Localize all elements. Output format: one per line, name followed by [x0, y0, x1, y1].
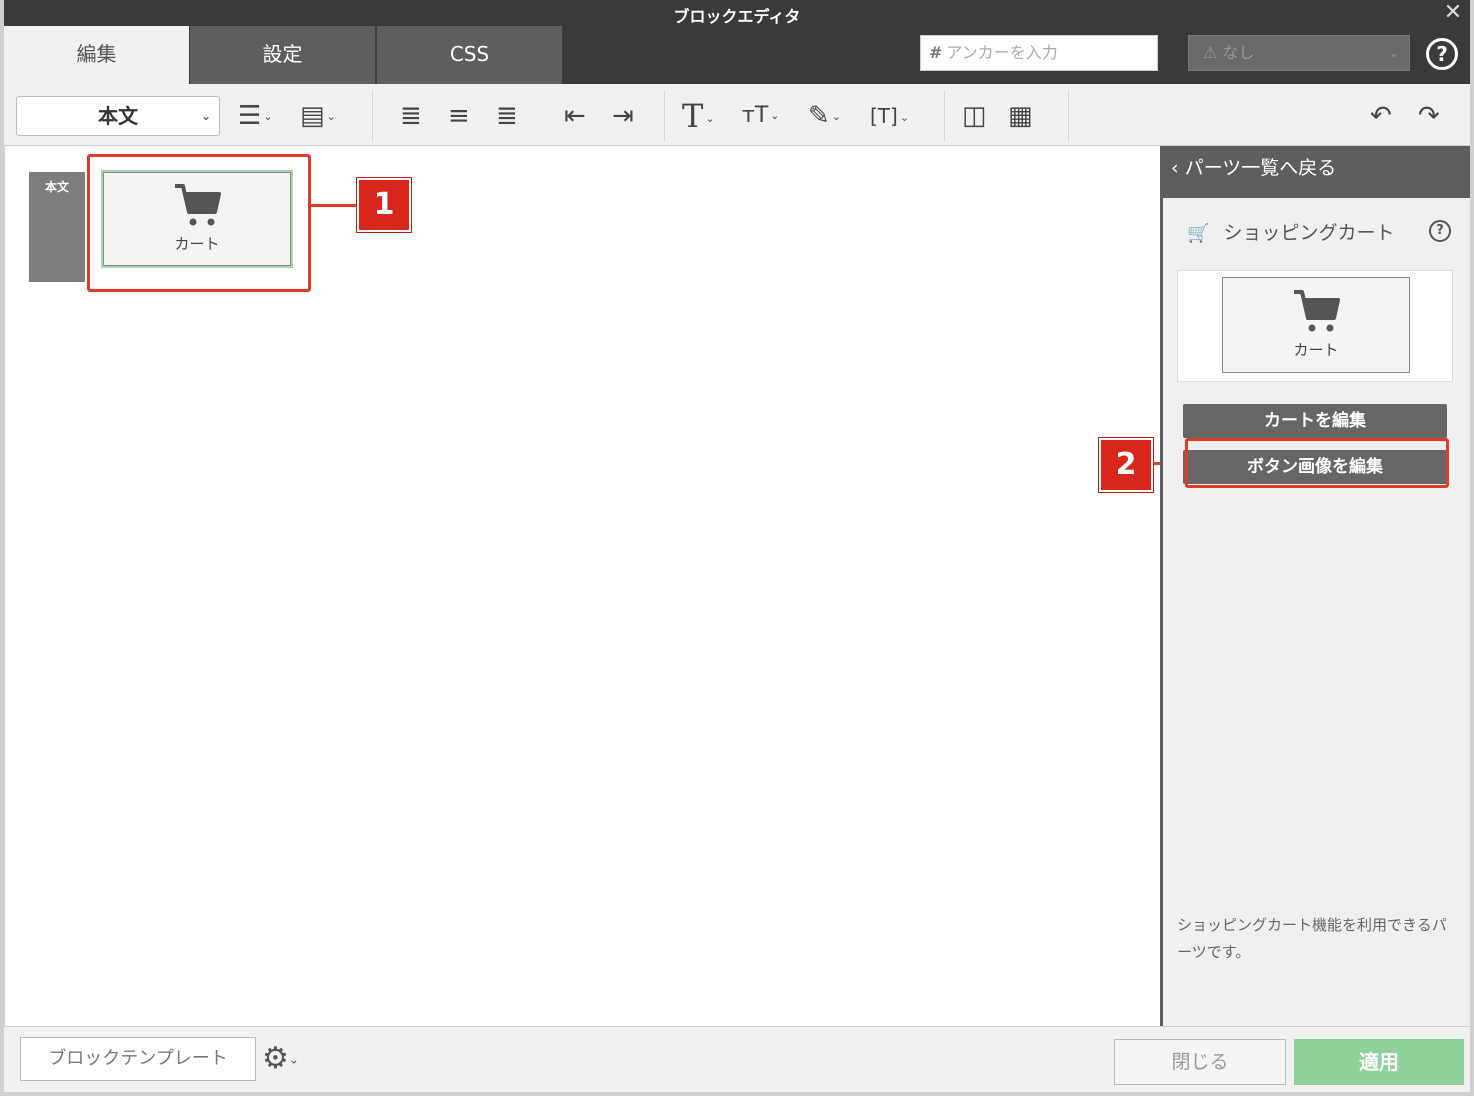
- title-bar: ブロックエディタ ✕: [0, 0, 1474, 26]
- tab-settings[interactable]: 設定: [190, 26, 376, 84]
- redo-icon[interactable]: ↷: [1418, 96, 1440, 136]
- list-icon[interactable]: ☰ ⌄: [238, 96, 273, 136]
- callout-box-2: [1185, 438, 1449, 488]
- layout-icon: ⚠: [1203, 43, 1223, 62]
- footer-bar: ブロックテンプレート ⚙⌄ 閉じる 適用: [4, 1026, 1470, 1092]
- paragraph-format-icon[interactable]: ▤ ⌄: [300, 96, 336, 136]
- anchor-placeholder: アンカーを入力: [946, 43, 1058, 62]
- tab-row: 編集 設定 CSS # アンカーを入力 ⚠ なし ⌄ ?: [0, 26, 1474, 84]
- font-size-icon[interactable]: T ⌄: [682, 96, 715, 136]
- back-link-label: パーツ一覧へ戻る: [1184, 157, 1337, 179]
- gear-icon[interactable]: ⚙⌄: [262, 1039, 299, 1080]
- format-toolbar: 本文 ⌄ ☰ ⌄ ▤ ⌄ ≣ ≡ ≣ ⇤ ⇥ T ⌄ тT ⌄ ✎ ⌄ [T] ⌄ ◫ ▦ …: [4, 84, 1470, 146]
- column-icon[interactable]: ◫: [962, 96, 987, 136]
- chevron-down-icon: ⌄: [1388, 46, 1399, 60]
- help-icon[interactable]: ?: [1429, 220, 1451, 242]
- text-height-icon[interactable]: тT ⌄: [742, 96, 779, 136]
- callout-box-1: [87, 154, 311, 292]
- align-right-icon[interactable]: ≣: [496, 96, 518, 136]
- chevron-down-icon: ⌄: [200, 109, 211, 123]
- anchor-input[interactable]: # アンカーを入力: [920, 35, 1158, 71]
- color-picker-icon[interactable]: ✎ ⌄: [808, 96, 841, 136]
- callout-line-1: [311, 204, 359, 207]
- indent-icon[interactable]: ⇥: [612, 96, 634, 136]
- panel-title: 🛒 ショッピングカート: [1187, 218, 1394, 245]
- help-icon[interactable]: ?: [1426, 38, 1458, 70]
- clear-format-icon[interactable]: ▦: [1008, 96, 1033, 136]
- parts-panel: ‹ パーツ一覧へ戻る 🛒 ショッピングカート ? カート カートを編集 ボタン画…: [1160, 146, 1470, 1026]
- hash-icon: #: [929, 43, 943, 62]
- text-frame-icon[interactable]: [T] ⌄: [870, 96, 909, 136]
- layout-select-value: なし: [1222, 43, 1255, 62]
- panel-title-text: ショッピングカート: [1223, 222, 1395, 244]
- tab-edit[interactable]: 編集: [4, 26, 190, 84]
- editor-canvas[interactable]: 本文 カート 1 2: [4, 146, 1187, 1026]
- cart-icon: [1294, 290, 1340, 332]
- apply-button[interactable]: 適用: [1294, 1039, 1464, 1085]
- chevron-left-icon: ‹: [1171, 157, 1185, 179]
- callout-badge-2: 2: [1098, 437, 1154, 493]
- tab-css[interactable]: CSS: [377, 26, 563, 84]
- outdent-icon[interactable]: ⇤: [564, 96, 586, 136]
- close-icon[interactable]: ✕: [1440, 0, 1466, 26]
- block-label: 本文: [29, 172, 85, 282]
- undo-icon[interactable]: ↶: [1370, 96, 1392, 136]
- preview-label: カート: [1293, 341, 1339, 359]
- align-left-icon[interactable]: ≣: [400, 96, 422, 136]
- cart-icon: 🛒: [1187, 223, 1210, 244]
- align-center-icon[interactable]: ≡: [448, 96, 470, 136]
- back-to-parts-link[interactable]: ‹ パーツ一覧へ戻る: [1163, 146, 1470, 198]
- window-title: ブロックエディタ: [673, 7, 801, 26]
- preview-cart-button: カート: [1222, 277, 1410, 373]
- edit-cart-button[interactable]: カートを編集: [1183, 404, 1447, 438]
- callout-badge-1: 1: [356, 177, 412, 233]
- part-preview: カート: [1177, 270, 1453, 382]
- panel-description: ショッピングカート機能を利用できるパーツです。: [1177, 916, 1447, 961]
- layout-select[interactable]: ⚠ なし ⌄: [1188, 35, 1410, 71]
- block-template-button[interactable]: ブロックテンプレート: [20, 1037, 256, 1081]
- paragraph-style-select[interactable]: 本文 ⌄: [16, 96, 220, 136]
- paragraph-style-value: 本文: [98, 104, 138, 128]
- close-button[interactable]: 閉じる: [1114, 1039, 1286, 1085]
